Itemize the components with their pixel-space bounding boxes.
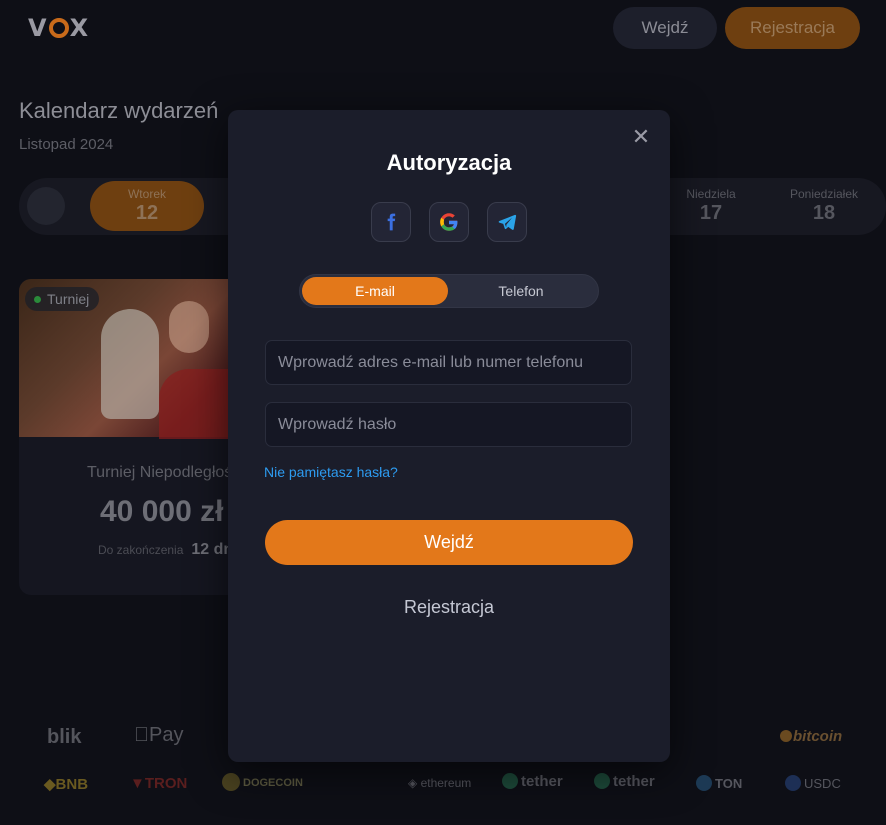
close-icon[interactable]: ✕ bbox=[630, 127, 652, 149]
google-login-button[interactable] bbox=[429, 202, 469, 242]
register-link[interactable]: Rejestracja bbox=[228, 597, 670, 618]
modal-title: Autoryzacja bbox=[386, 150, 512, 175]
tab-phone[interactable]: Telefon bbox=[448, 277, 594, 305]
login-button[interactable]: Wejdź bbox=[265, 520, 633, 565]
telegram-icon bbox=[498, 214, 517, 230]
google-icon bbox=[440, 213, 458, 231]
auth-modal: ✕ Autoryzacja E-mail Telefon Nie pamięta… bbox=[228, 110, 670, 762]
auth-method-tabs: E-mail Telefon bbox=[299, 274, 599, 308]
password-field[interactable] bbox=[265, 402, 632, 447]
telegram-login-button[interactable] bbox=[487, 202, 527, 242]
forgot-password-link[interactable]: Nie pamiętasz hasła? bbox=[264, 464, 398, 480]
facebook-icon bbox=[387, 213, 396, 231]
email-field[interactable] bbox=[265, 340, 632, 385]
facebook-login-button[interactable] bbox=[371, 202, 411, 242]
tab-email[interactable]: E-mail bbox=[302, 277, 448, 305]
page-root: VX Wejdź Rejestracja Kalendarz wydarzeń … bbox=[0, 0, 886, 825]
